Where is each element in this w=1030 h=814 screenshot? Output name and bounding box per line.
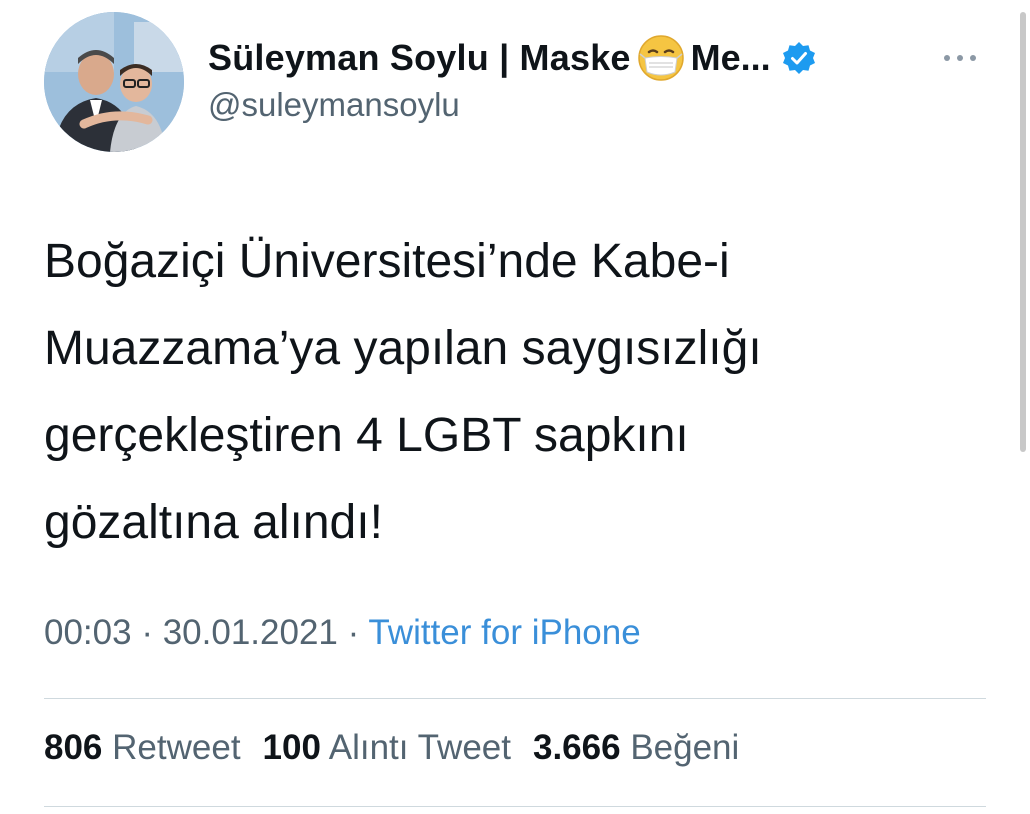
author-name-row[interactable]: Süleyman Soylu | Maske Me... (208, 33, 817, 83)
tweet-date[interactable]: 30.01.2021 (163, 613, 338, 652)
tweet-text-line: gözaltına alındı! (44, 496, 383, 549)
tweet-time[interactable]: 00:03 (44, 613, 132, 652)
divider (44, 698, 986, 699)
quote-stat[interactable]: 100 Alıntı Tweet (263, 728, 511, 767)
tweet-source-link[interactable]: Twitter for iPhone (368, 613, 640, 652)
meta-separator: · (337, 613, 369, 652)
avatar[interactable] (44, 12, 184, 152)
meta-separator: · (131, 613, 163, 652)
like-stat[interactable]: 3.666 Beğeni (533, 728, 739, 767)
quote-count: 100 (262, 728, 321, 767)
display-name[interactable]: Süleyman Soylu | Maske (208, 37, 631, 79)
face-with-medical-mask-icon (637, 34, 685, 82)
tweet-text-line: Muazzama’ya yapılan saygısızlığı (44, 322, 762, 375)
tweet-detail: Süleyman Soylu | Maske Me... @suleymanso… (0, 0, 1030, 814)
verified-badge-icon (781, 40, 817, 76)
quote-label: Alıntı Tweet (328, 728, 511, 767)
retweet-stat[interactable]: 806 Retweet (44, 728, 241, 767)
retweet-count: 806 (44, 728, 103, 767)
engagement-stats: 806 Retweet 100 Alıntı Tweet 3.666 Beğeni (44, 728, 739, 768)
display-name-truncated[interactable]: Me... (691, 37, 771, 79)
avatar-image (44, 12, 184, 152)
retweet-label: Retweet (112, 728, 241, 767)
tweet-text-line: Boğaziçi Üniversitesi’nde Kabe-i (44, 235, 730, 288)
author-handle[interactable]: @suleymansoylu (208, 86, 460, 124)
tweet-text-line: gerçekleştiren 4 LGBT sapkını (44, 409, 689, 462)
more-options-icon[interactable] (935, 45, 985, 71)
tweet-text: Boğaziçi Üniversitesi’nde Kabe-i Muazzam… (44, 218, 984, 566)
tweet-metadata: 00:03 · 30.01.2021 · Twitter for iPhone (44, 613, 641, 653)
like-count: 3.666 (532, 728, 621, 767)
scrollbar[interactable] (1020, 12, 1026, 452)
like-label: Beğeni (630, 728, 740, 767)
divider (44, 806, 986, 807)
